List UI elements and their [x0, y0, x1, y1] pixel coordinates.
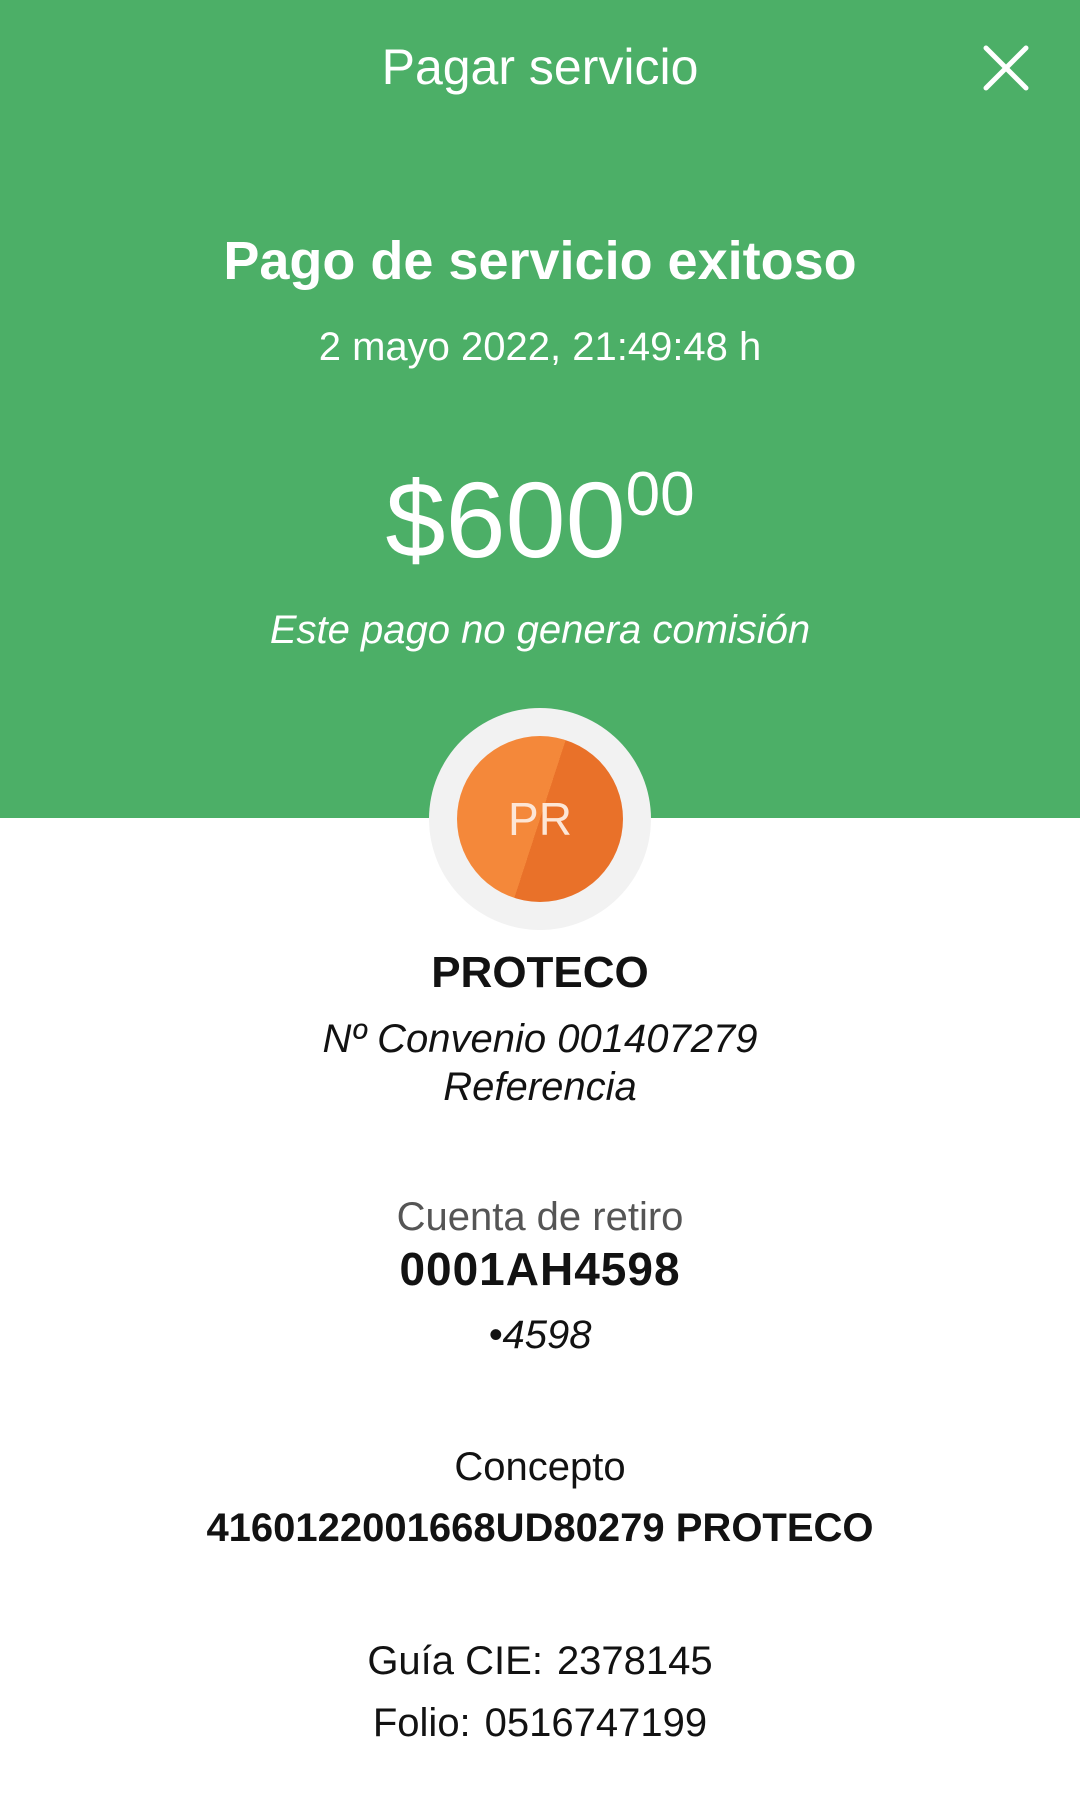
cie-label: Guía CIE: [367, 1639, 543, 1683]
biller-avatar: PR [457, 736, 623, 902]
cie-guide: Guía CIE: 2378145 [0, 1636, 1080, 1686]
close-icon [983, 45, 1029, 91]
amount-main: $600 [385, 459, 626, 580]
concept-label: Concepto [454, 1445, 626, 1489]
folio: Folio: 0516747199 [0, 1698, 1080, 1748]
success-title: Pago de servicio exitoso [223, 231, 857, 291]
amount-cents: 00 [625, 460, 695, 529]
biller-initials: PR [508, 793, 572, 845]
commission-note: Este pago no genera comisión [269, 608, 811, 652]
close-button[interactable] [976, 38, 1036, 98]
folio-label: Folio: [372, 1701, 471, 1745]
page-title: Pagar servicio [381, 39, 699, 95]
biller-avatar-ring: PR [429, 708, 651, 930]
withdrawal-account-value: 0001AH4598 [399, 1243, 681, 1295]
folio-value: 0516747199 [484, 1701, 708, 1745]
cie-value: 2378145 [556, 1639, 713, 1683]
biller-name: PROTECO [431, 948, 649, 997]
payment-amount: $60000 [0, 460, 1080, 613]
convenio-number: Nº Convenio 001407279 [322, 1017, 758, 1061]
withdrawal-account-label: Cuenta de retiro [396, 1195, 684, 1239]
withdrawal-account-masked: •4598 [488, 1313, 592, 1357]
referencia-label: Referencia [443, 1065, 637, 1109]
success-header: Pagar servicio Pago de servicio exitoso … [0, 0, 1080, 818]
payment-datetime: 2 mayo 2022, 21:49:48 h [318, 325, 762, 369]
concept-value: 4160122001668UD80279 PROTECO [206, 1506, 874, 1550]
